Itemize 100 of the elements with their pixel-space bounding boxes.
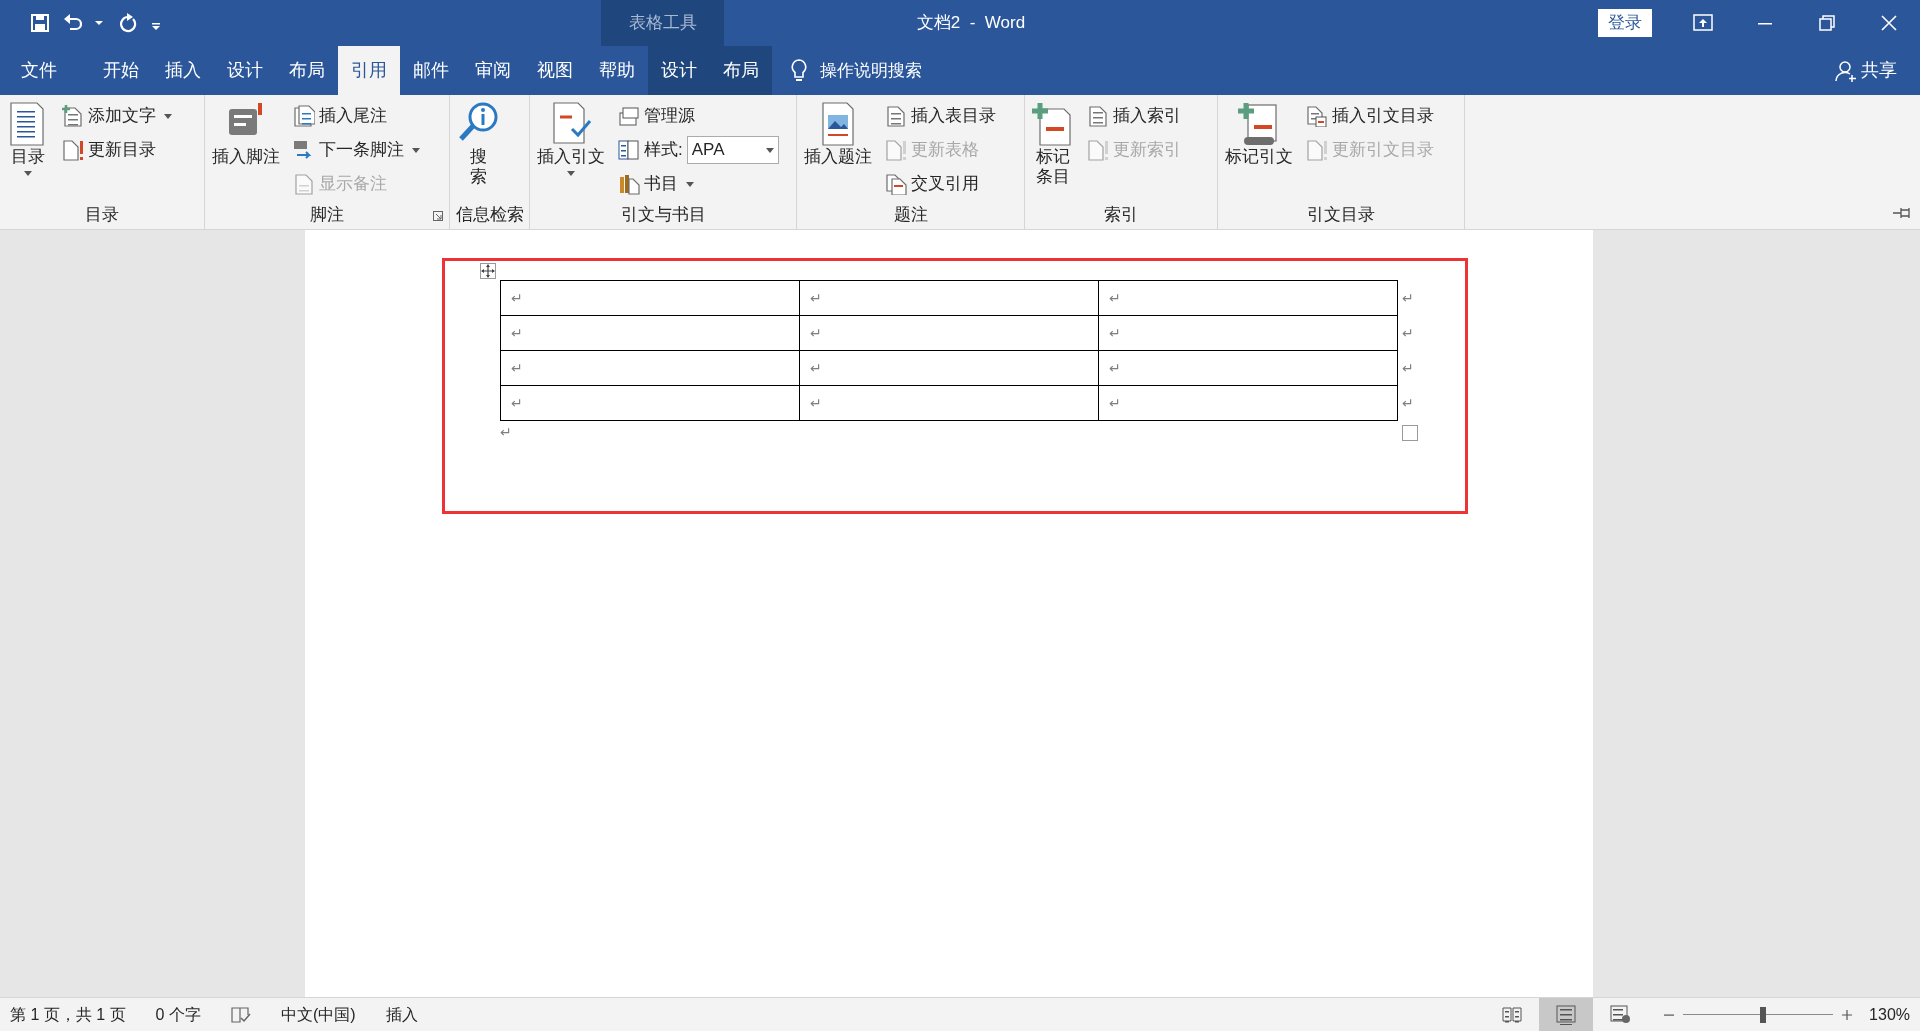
group-label: 引文目录 (1306, 204, 1376, 226)
group-label: 引文与书目 (619, 204, 707, 226)
add-text-icon (62, 105, 84, 127)
resize-handle[interactable] (1402, 425, 1418, 441)
input-mode[interactable]: 插入 (385, 1002, 418, 1027)
update-icon (1087, 139, 1109, 161)
caret-icon (412, 147, 420, 153)
cell-mark: ↵ (810, 325, 822, 342)
ribbon-tab[interactable]: 插入 (152, 46, 214, 95)
ribbon-button[interactable]: 添加文字 (59, 99, 175, 133)
lightbulb-icon (790, 58, 808, 83)
page-layout-icon (1556, 1004, 1577, 1025)
notes-icon (293, 173, 315, 195)
ribbon-tab[interactable]: 布局 (710, 46, 772, 95)
ribbon-button[interactable]: 插入尾注 (290, 99, 423, 133)
zoom-in-icon[interactable] (1841, 1008, 1854, 1021)
web-layout-icon (1610, 1004, 1631, 1025)
ribbon-tab[interactable]: 引用 (338, 46, 400, 95)
ribbon-button: 更新表格 (882, 133, 999, 167)
caret-icon (765, 147, 774, 153)
paragraph-mark: ↵ (500, 424, 512, 440)
tell-me-field[interactable]: 操作说明搜索 (818, 56, 988, 85)
style-dropdown[interactable]: APA (686, 136, 779, 164)
cell-mark: ↵ (511, 395, 523, 412)
ribbon-button[interactable]: 插入引文目录 (1303, 99, 1437, 133)
ribbon-tab[interactable]: 设计 (214, 46, 276, 95)
ribbon-display-icon[interactable] (1693, 13, 1713, 33)
row-end-mark: ↵ (1401, 288, 1414, 308)
share-button[interactable]: 共享 (1822, 46, 1910, 95)
cell-mark: ↵ (511, 290, 523, 307)
ribbon-button[interactable]: 管理源 (615, 99, 782, 133)
ribbon-button[interactable]: 插入脚注 (208, 99, 284, 201)
index-icon (1087, 105, 1109, 127)
cell-mark: ↵ (810, 290, 822, 307)
proofing-icon[interactable] (230, 1005, 251, 1024)
ribbon-button[interactable]: 插入索引 (1084, 99, 1184, 133)
ribbon-button: 更新索引 (1084, 133, 1184, 167)
language-indicator[interactable]: 中文(中国) (280, 1002, 356, 1027)
page-count[interactable]: 第 1 页，共 1 页 (10, 1002, 126, 1027)
ribbon-tab[interactable]: 布局 (276, 46, 338, 95)
slider-thumb[interactable] (1759, 1006, 1766, 1023)
ribbon-button[interactable]: 目录 (3, 99, 53, 201)
cell-mark: ↵ (1109, 360, 1121, 377)
ribbon-tab[interactable]: 审阅 (462, 46, 524, 95)
ribbon-tab[interactable]: 设计 (648, 46, 710, 95)
ribbon-button[interactable]: 书目 (615, 167, 782, 201)
zoom-level[interactable]: 130% (1869, 1002, 1910, 1027)
style-icon (618, 139, 640, 161)
scroll-icon (1238, 101, 1280, 147)
cell-mark: ↵ (511, 325, 523, 342)
row-end-mark: ↵ (1401, 393, 1414, 413)
ribbon-tab[interactable]: 邮件 (400, 46, 462, 95)
sign-in-button[interactable]: 登录 (1598, 9, 1652, 37)
restore-icon[interactable] (1817, 13, 1837, 33)
context-tab-label: 表格工具 (628, 12, 697, 35)
caret-icon (686, 181, 694, 187)
bibliography-icon (618, 173, 640, 195)
ribbon-button[interactable]: 交叉引用 (882, 167, 999, 201)
ribbon-button[interactable]: 插入引文 (533, 99, 609, 201)
endnote-icon (293, 105, 315, 127)
redo-icon[interactable] (118, 13, 138, 33)
ribbon-tab[interactable]: 视图 (524, 46, 586, 95)
table-of-authorities-icon (1306, 105, 1328, 127)
dialog-launcher-icon[interactable] (433, 211, 443, 221)
manage-sources-icon (618, 105, 640, 127)
row-end-mark: ↵ (1401, 323, 1414, 343)
ribbon-tab[interactable]: 开始 (90, 46, 152, 95)
save-icon[interactable] (30, 13, 50, 33)
cell-mark: ↵ (810, 360, 822, 377)
caret-icon (164, 113, 172, 119)
ribbon-button[interactable]: 搜索 (453, 99, 503, 201)
mark-entry-icon (1032, 101, 1074, 147)
row-end-mark: ↵ (1401, 358, 1414, 378)
undo-icon[interactable] (62, 13, 82, 33)
group-label: 目录 (84, 204, 120, 226)
person-add-icon (1835, 59, 1857, 82)
ribbon-button: 更新引文目录 (1303, 133, 1437, 167)
close-icon[interactable] (1879, 13, 1899, 33)
word-count[interactable]: 0 个字 (155, 1002, 201, 1027)
cross-reference-icon (885, 173, 907, 195)
ribbon-tab[interactable]: 帮助 (586, 46, 648, 95)
ribbon-button[interactable]: 插入表目录 (882, 99, 999, 133)
ribbon-button[interactable]: 更新目录 (59, 133, 175, 167)
caret-icon (24, 171, 32, 177)
style-label: 样式: (644, 139, 683, 162)
ribbon-button[interactable]: 标记引文 (1221, 99, 1297, 201)
move-handle-icon[interactable] (480, 263, 496, 279)
update-icon (1306, 139, 1328, 161)
cell-mark: ↵ (1109, 290, 1121, 307)
group-label: 索引 (1103, 204, 1139, 226)
file-tab[interactable]: 文件 (8, 46, 70, 95)
pin-icon[interactable] (1892, 207, 1912, 219)
group-label: 信息检索 (454, 204, 525, 226)
table-of-figures-icon (885, 105, 907, 127)
view-button[interactable] (1539, 997, 1594, 1031)
ribbon-button[interactable]: 标记条目 (1028, 99, 1078, 201)
ribbon-button[interactable]: 插入题注 (800, 99, 876, 201)
caret-icon (567, 171, 575, 177)
ribbon-button[interactable]: 下一条脚注 (290, 133, 423, 167)
cell-mark: ↵ (810, 395, 822, 412)
